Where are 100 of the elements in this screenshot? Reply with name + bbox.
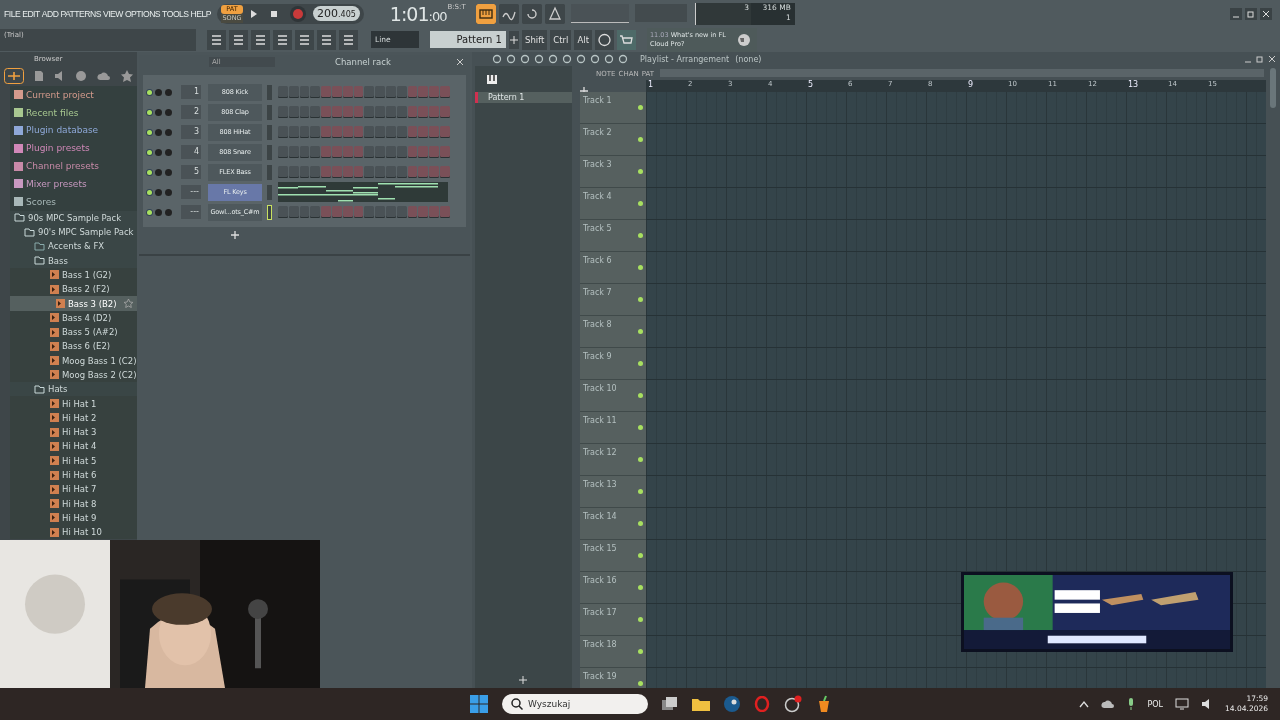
step-button[interactable] xyxy=(385,206,396,218)
step-button[interactable] xyxy=(332,166,342,178)
browser-item[interactable]: Hi Hat 1 xyxy=(10,396,137,411)
step-button[interactable] xyxy=(342,206,353,218)
step-button[interactable] xyxy=(439,206,450,218)
track-header[interactable]: Track 12 xyxy=(580,444,646,476)
step-button[interactable] xyxy=(278,126,288,138)
step-button[interactable] xyxy=(375,146,385,158)
step-button[interactable] xyxy=(332,106,342,118)
browser-item[interactable]: Plugin presets xyxy=(10,139,137,158)
track-header[interactable]: Track 10 xyxy=(580,380,646,412)
start-icon[interactable] xyxy=(470,695,488,713)
track-led[interactable] xyxy=(638,169,643,174)
step-button[interactable] xyxy=(288,166,299,178)
mute-led[interactable] xyxy=(147,169,152,175)
menu-item[interactable]: OPTIONS xyxy=(124,8,161,19)
step-button[interactable] xyxy=(321,106,331,118)
restore-icon[interactable] xyxy=(1256,55,1264,63)
step-button[interactable] xyxy=(353,106,364,118)
pan-knob[interactable] xyxy=(155,208,162,216)
modifier-key[interactable]: Shift xyxy=(522,29,548,50)
track-led[interactable] xyxy=(638,489,643,494)
step-button[interactable] xyxy=(364,206,375,218)
mixer-track-number[interactable]: 3 xyxy=(181,125,201,139)
tempo-field[interactable]: 200.405 xyxy=(313,6,360,21)
track-led[interactable] xyxy=(638,457,643,462)
step-button[interactable] xyxy=(332,86,342,98)
step-button[interactable] xyxy=(299,206,310,218)
track-header[interactable]: Track 5 xyxy=(580,220,646,252)
step-button[interactable] xyxy=(375,106,385,118)
step-button[interactable] xyxy=(288,126,299,138)
track-led[interactable] xyxy=(638,393,643,398)
chevron-up-icon[interactable] xyxy=(1079,700,1090,708)
mute-led[interactable] xyxy=(147,89,152,95)
file-icon[interactable] xyxy=(33,70,44,82)
mixer-track-number[interactable]: 4 xyxy=(181,145,201,159)
pan-knob[interactable] xyxy=(155,108,162,116)
step-button[interactable] xyxy=(364,106,375,118)
step-button[interactable] xyxy=(396,206,407,218)
step-button[interactable] xyxy=(375,86,385,98)
step-button[interactable] xyxy=(439,126,450,138)
track-led[interactable] xyxy=(638,521,643,526)
step-button[interactable] xyxy=(439,106,450,118)
step-button[interactable] xyxy=(439,166,450,178)
browser-item[interactable]: Channel presets xyxy=(10,157,137,175)
step-button[interactable] xyxy=(407,126,418,138)
restore-icon[interactable] xyxy=(1245,7,1257,20)
modifier-key[interactable]: Ctrl xyxy=(550,29,572,50)
track-led[interactable] xyxy=(638,233,643,238)
track-header[interactable]: Track 17 xyxy=(580,604,646,636)
step-button[interactable] xyxy=(429,126,439,138)
step-button[interactable] xyxy=(396,86,407,98)
track-led[interactable] xyxy=(638,649,643,654)
browser-item[interactable]: Current project xyxy=(10,86,137,104)
step-button[interactable] xyxy=(288,86,299,98)
track-header[interactable]: Track 2 xyxy=(580,124,646,156)
track-header[interactable]: Track 16 xyxy=(580,572,646,604)
track-led[interactable] xyxy=(638,137,643,142)
step-button[interactable] xyxy=(418,166,429,178)
step-button[interactable] xyxy=(429,166,439,178)
monitor-icon[interactable] xyxy=(1175,698,1190,710)
stop-icon[interactable] xyxy=(270,9,279,18)
mute-led[interactable] xyxy=(147,109,152,115)
menu-item[interactable]: ADD xyxy=(41,8,59,19)
step-button[interactable] xyxy=(332,206,342,218)
step-button[interactable] xyxy=(353,86,364,98)
step-button[interactable] xyxy=(299,106,310,118)
step-button[interactable] xyxy=(407,86,418,98)
volume-knob[interactable] xyxy=(165,188,172,196)
step-button[interactable] xyxy=(353,206,364,218)
modifier-key[interactable]: Alt xyxy=(574,29,592,50)
step-button[interactable] xyxy=(385,106,396,118)
play-icon[interactable] xyxy=(250,8,259,19)
track-led[interactable] xyxy=(638,617,643,622)
plus-icon[interactable] xyxy=(231,231,241,239)
list-icon[interactable] xyxy=(229,29,248,50)
step-button[interactable] xyxy=(299,126,310,138)
pan-knob[interactable] xyxy=(155,148,162,156)
menu-item[interactable]: FILE xyxy=(4,8,21,19)
menu-item[interactable]: HELP xyxy=(190,8,212,19)
piano-icon[interactable] xyxy=(487,74,497,84)
step-button[interactable] xyxy=(342,106,353,118)
step-button[interactable] xyxy=(332,146,342,158)
step-button[interactable] xyxy=(288,206,299,218)
step-button[interactable] xyxy=(364,146,375,158)
browser-item[interactable]: Hats xyxy=(10,382,137,397)
browser-item[interactable]: Bass 2 (F2) xyxy=(10,282,137,297)
step-button[interactable] xyxy=(288,146,299,158)
step-button[interactable] xyxy=(364,166,375,178)
step-button[interactable] xyxy=(385,146,396,158)
search-field[interactable]: Wyszukaj xyxy=(502,694,648,714)
plus-icon[interactable] xyxy=(509,30,519,49)
volume-knob[interactable] xyxy=(165,88,172,96)
track-led[interactable] xyxy=(638,361,643,366)
volume-knob[interactable] xyxy=(165,108,172,116)
step-button[interactable] xyxy=(278,206,288,218)
step-button[interactable] xyxy=(310,126,321,138)
step-button[interactable] xyxy=(310,146,321,158)
browser-item[interactable]: Hi Hat 3 xyxy=(10,425,137,440)
step-button[interactable] xyxy=(342,126,353,138)
